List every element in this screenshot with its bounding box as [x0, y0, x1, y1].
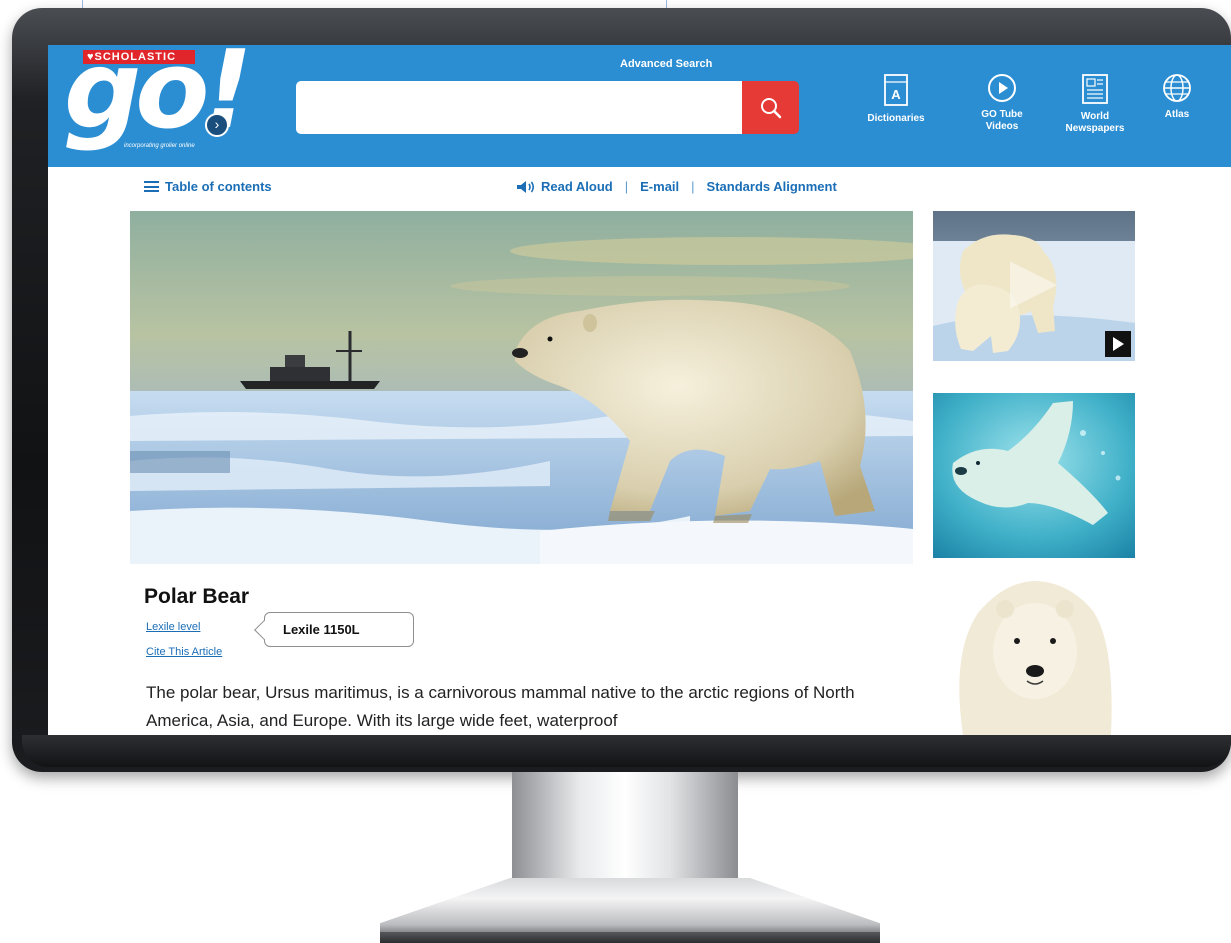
- article-title: Polar Bear: [144, 585, 250, 608]
- nav-dictionaries[interactable]: A Dictionaries: [856, 73, 936, 125]
- hero-image-polar-bear-on-ice: [130, 211, 913, 564]
- play-circle-icon: [988, 74, 1016, 102]
- search-input[interactable]: [296, 81, 742, 134]
- read-aloud-button[interactable]: Read Aloud: [516, 179, 613, 194]
- monitor-stand-foot: [380, 932, 880, 943]
- menu-icon: [144, 181, 159, 192]
- nav-atlas[interactable]: Atlas: [1152, 73, 1202, 121]
- nav-go-tube-videos[interactable]: GO Tube Videos: [966, 73, 1038, 133]
- lexile-level-link[interactable]: Lexile level: [146, 621, 200, 633]
- separator: |: [624, 179, 629, 194]
- article-body-text: The polar bear, Ursus maritimus, is a ca…: [146, 683, 855, 730]
- search-button[interactable]: [742, 81, 799, 134]
- svg-text:A: A: [891, 87, 901, 102]
- speaker-icon: [517, 180, 535, 193]
- monitor-stand-base: [380, 878, 880, 936]
- monitor-stand-neck: [512, 772, 738, 880]
- article-actions: Read Aloud | E-mail | Standards Alignmen…: [516, 179, 837, 194]
- image-thumbnail-polar-bear-portrait[interactable]: [933, 573, 1135, 735]
- dictionary-icon: A: [884, 74, 908, 106]
- cite-article-link[interactable]: Cite This Article: [146, 646, 222, 658]
- lexile-value-callout: Lexile 1150L: [264, 612, 414, 647]
- table-of-contents-button[interactable]: Table of contents: [144, 179, 272, 194]
- newspaper-icon: [1082, 74, 1108, 104]
- nav-world-newspapers[interactable]: World Newspapers: [1052, 73, 1138, 135]
- chevron-right-icon: ›: [205, 113, 229, 137]
- image-thumbnail-swimming-polar-bear[interactable]: [933, 393, 1135, 558]
- video-thumbnail-mother-and-cub[interactable]: [933, 211, 1135, 361]
- article-toolbar: Table of contents Read Aloud | E-mail | …: [48, 167, 1231, 209]
- separator: |: [691, 179, 695, 194]
- monitor-chin: [22, 735, 1231, 767]
- search-icon: [760, 97, 781, 118]
- advanced-search-link[interactable]: Advanced Search: [620, 58, 712, 70]
- standards-alignment-link[interactable]: Standards Alignment: [707, 179, 837, 194]
- logo-subtitle: incorporating grolier online: [124, 143, 195, 149]
- globe-icon: [1163, 74, 1191, 102]
- monitor-screen: ♥SCHOLASTIC go! › incorporating grolier …: [48, 45, 1231, 735]
- site-header: ♥SCHOLASTIC go! › incorporating grolier …: [48, 45, 1231, 167]
- email-button[interactable]: E-mail: [640, 179, 679, 194]
